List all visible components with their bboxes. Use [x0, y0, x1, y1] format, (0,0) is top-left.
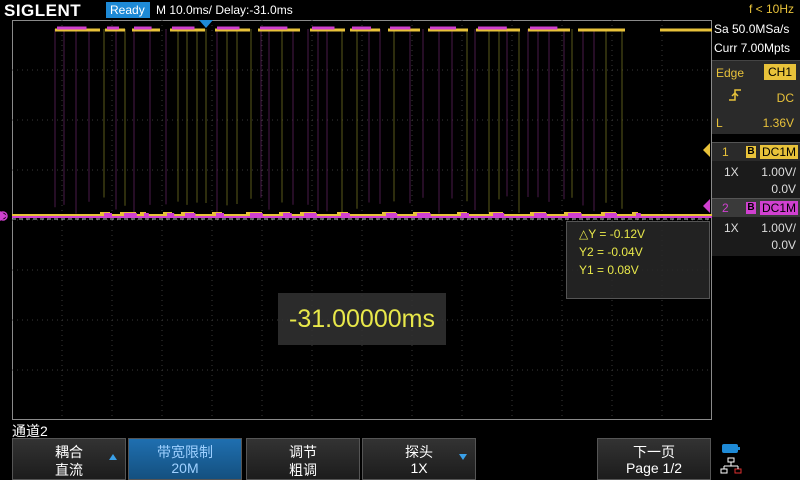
trigger-panel[interactable]: Edge CH1 DC L 1.36V	[712, 60, 800, 134]
ch2-panel[interactable]: 2 B DC1M 1X 1.00V/ 0.0V	[712, 198, 800, 256]
coupling-softkey[interactable]: 耦合 直流	[12, 438, 126, 480]
waveform-grid[interactable]	[12, 20, 712, 420]
memory-depth: Curr 7.00Mpts	[714, 41, 791, 55]
adjust-softkey[interactable]: 调节 粗调	[246, 438, 360, 480]
ch2-offset-marker[interactable]	[0, 211, 7, 221]
trigger-source: CH1	[763, 64, 796, 80]
ch1-offset: 0.0V	[771, 182, 796, 196]
ch2-coupling: DC1M	[759, 201, 798, 215]
ch2-number: 2	[722, 201, 729, 215]
trigger-coupling: DC	[776, 91, 794, 105]
ch1-scale: 1.00V/	[761, 165, 796, 179]
ch1-number: 1	[722, 145, 729, 159]
acquisition-status-badge: Ready	[106, 2, 150, 18]
softkey-value: 直流	[55, 462, 83, 478]
ch1-coupling: DC1M	[759, 145, 798, 159]
delay-readout-overlay: -31.00000ms	[278, 293, 446, 345]
rising-edge-icon	[729, 89, 741, 101]
softkey-value: 1X	[410, 460, 428, 476]
sample-rate: Sa 50.0MSa/s	[714, 22, 790, 36]
softkey-label: 调节	[289, 444, 317, 460]
top-status-bar: SIGLENT Ready M 10.0ms/ Delay:-31.0ms f …	[0, 0, 800, 20]
bandwidth-limit-softkey[interactable]: 带宽限制 20M	[128, 438, 242, 480]
probe-softkey[interactable]: 探头 1X	[362, 438, 476, 480]
system-status-icons	[720, 444, 742, 474]
cursor-y2: Y2 = -0.04V	[579, 245, 643, 259]
ch1-header: 1 B DC1M	[712, 143, 800, 161]
trigger-frequency-readout: f < 10Hz	[748, 2, 794, 16]
timebase-readout[interactable]: M 10.0ms/ Delay:-31.0ms	[156, 3, 293, 17]
ch2-bw-limit-icon: B	[746, 202, 756, 214]
softkey-value: 粗调	[289, 462, 317, 478]
trigger-type: Edge	[716, 66, 745, 80]
trigger-level-label: L	[716, 116, 723, 130]
ch2-probe: 1X	[724, 221, 739, 235]
ch2-offset: 0.0V	[771, 238, 796, 252]
next-page-softkey[interactable]: 下一页 Page 1/2	[597, 438, 711, 480]
ch2-scale: 1.00V/	[761, 221, 796, 235]
battery-icon	[722, 444, 740, 453]
ch2-selector-arrow	[703, 199, 710, 213]
ch1-selector-arrow	[703, 143, 710, 157]
ch2-offset-marker-dot	[0, 211, 8, 221]
softkey-label: 带宽限制	[157, 444, 213, 460]
ch1-bw-limit-icon: B	[746, 146, 756, 158]
cursor-delta-y: △Y = -0.12V	[579, 227, 646, 241]
ch1-panel[interactable]: 1 B DC1M 1X 1.00V/ 0.0V	[712, 142, 800, 200]
softkey-label: 下一页	[633, 444, 675, 460]
cursor-measurement-box: △Y = -0.12V Y2 = -0.04V Y1 = 0.08V	[566, 221, 710, 299]
trigger-level: 1.36V	[762, 116, 794, 130]
softkey-value: Page 1/2	[625, 460, 683, 476]
ch2-header: 2 B DC1M	[712, 199, 800, 217]
down-arrow-icon	[459, 454, 467, 460]
network-icon	[720, 457, 742, 474]
ch1-probe: 1X	[724, 165, 739, 179]
softkey-value: 20M	[171, 460, 199, 476]
cursor-y1: Y1 = 0.08V	[579, 263, 639, 277]
up-arrow-icon	[109, 454, 117, 460]
siglent-logo: SIGLENT	[4, 1, 82, 20]
